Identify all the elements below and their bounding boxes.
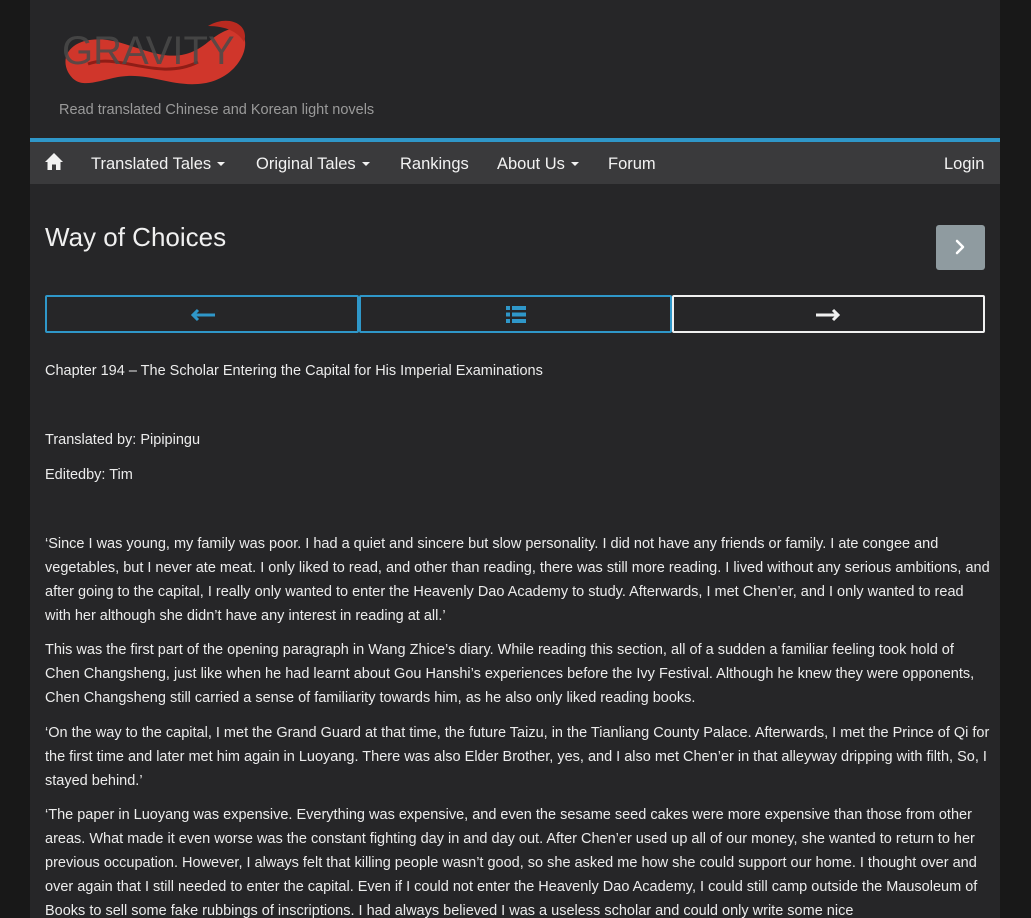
page: GRAVITY Read translated Chinese and Kore…: [30, 0, 1000, 918]
caret-down-icon: [361, 161, 370, 166]
arrow-left-icon: [190, 308, 215, 322]
chapter-paragraph: ‘On the way to the capital, I met the Gr…: [45, 725, 990, 789]
main-navbar: Translated Tales Original Tales Rankings…: [30, 138, 1000, 184]
editor-credit: Editedby: Tim: [45, 467, 133, 483]
caret-down-icon: [217, 161, 226, 166]
home-icon[interactable]: [44, 152, 64, 172]
nav-label: Original Tales: [256, 155, 356, 173]
logo-text: GRAVITY: [62, 29, 235, 73]
next-chapter-wide-button[interactable]: [672, 295, 985, 333]
nav-forum[interactable]: Forum: [608, 142, 656, 184]
nav-label: About Us: [497, 155, 565, 173]
novel-title[interactable]: Way of Choices: [45, 222, 226, 253]
table-of-contents-button[interactable]: [359, 295, 672, 333]
nav-login[interactable]: Login: [944, 142, 984, 184]
chevron-right-icon: [955, 239, 965, 255]
nav-label: Translated Tales: [91, 155, 212, 173]
arrow-right-icon: [816, 308, 841, 322]
next-chapter-button[interactable]: [936, 225, 985, 270]
nav-about-us[interactable]: About Us: [497, 142, 579, 184]
chapter-paragraph: ‘The paper in Luoyang was expensive. Eve…: [45, 807, 978, 918]
translator-credit: Translated by: Pipipingu: [45, 432, 201, 448]
nav-translated-tales[interactable]: Translated Tales: [91, 142, 226, 184]
nav-original-tales[interactable]: Original Tales: [256, 142, 370, 184]
nav-label: Forum: [608, 155, 656, 173]
caret-down-icon: [570, 161, 579, 166]
list-icon: [506, 306, 526, 323]
site-tagline: Read translated Chinese and Korean light…: [59, 102, 375, 118]
nav-label: Rankings: [400, 155, 469, 173]
chapter-paragraph: This was the first part of the opening p…: [45, 642, 975, 706]
chapter-paragraph: ‘Since I was young, my family was poor. …: [45, 536, 990, 624]
site-header: GRAVITY Read translated Chinese and Kore…: [30, 0, 1000, 138]
nav-rankings[interactable]: Rankings: [400, 142, 469, 184]
chapter-title: Chapter 194 – The Scholar Entering the C…: [45, 363, 543, 379]
site-logo[interactable]: GRAVITY: [58, 12, 248, 94]
prev-chapter-button[interactable]: [45, 295, 359, 333]
